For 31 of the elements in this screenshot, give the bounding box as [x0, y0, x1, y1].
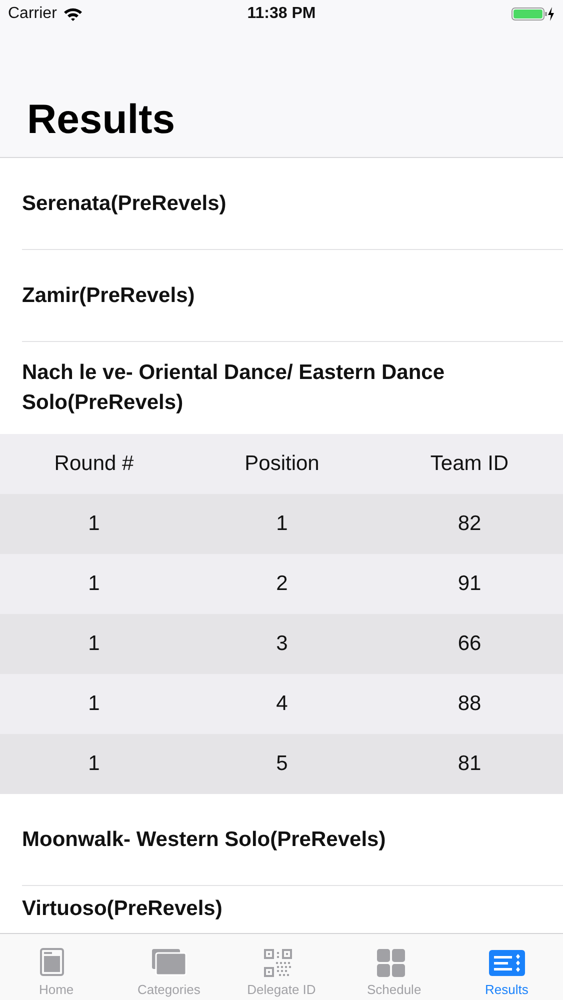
table-cell: 88 [458, 692, 482, 716]
event-title: Moonwalk- Western Solo(PreRevels) [22, 826, 387, 852]
table-cell: 4 [276, 692, 288, 716]
tab-item[interactable]: Results [450, 934, 563, 1000]
page-title: Results [26, 96, 176, 143]
column-header: Round # [54, 452, 134, 476]
list-icon [488, 948, 525, 978]
clock-time: 11:38 PM [247, 5, 316, 23]
column-header: Position [244, 452, 320, 476]
event-title: Nach le ve- Oriental Dance/ Eastern Dance Solo(PreRevels) [22, 360, 446, 416]
wifi-icon [62, 7, 83, 21]
table-cell: 1 [88, 692, 100, 716]
event-title: Serenata(PreRevels) [22, 190, 228, 216]
table-cell: 5 [276, 752, 288, 776]
battery-icon [510, 6, 555, 22]
table-cell: 1 [88, 752, 100, 776]
table-cell: 3 [276, 632, 288, 656]
table-cell: 2 [276, 572, 288, 596]
table-cell: 1 [88, 572, 100, 596]
event-title: Virtuoso(PreRevels) [22, 896, 224, 922]
table-cell: 82 [458, 512, 482, 536]
carrier-name: Carrier [8, 5, 57, 23]
cards-icon [150, 948, 187, 978]
table-cell: 91 [458, 572, 482, 596]
event-title: Zamir(PreRevels) [22, 282, 196, 308]
table-cell: 1 [276, 512, 288, 536]
table-cell: 66 [458, 632, 482, 656]
table-cell: 1 [88, 632, 100, 656]
column-header: Team ID [430, 452, 509, 476]
table-cell: 81 [458, 752, 482, 776]
table-cell: 1 [88, 512, 100, 536]
